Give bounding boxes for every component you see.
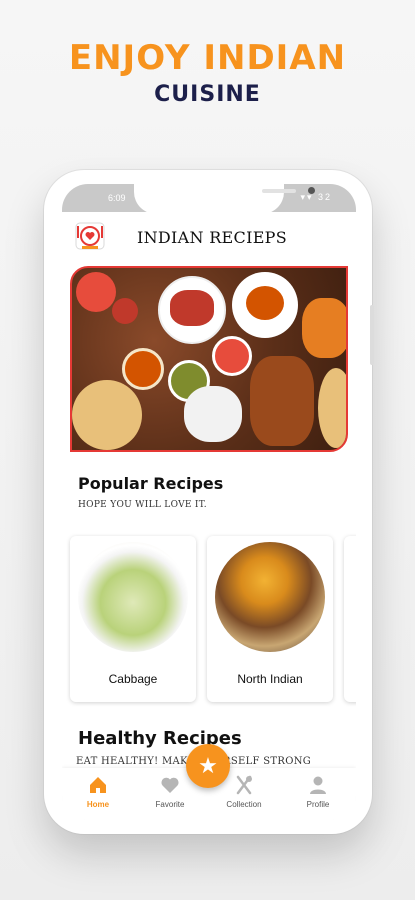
promo-headline: ENJOY INDIAN bbox=[68, 38, 347, 78]
nav-home[interactable]: Home bbox=[68, 774, 128, 809]
person-icon bbox=[310, 776, 326, 794]
home-icon bbox=[90, 777, 106, 793]
popular-title: Popular Recipes bbox=[78, 474, 224, 493]
recipe-card-north-indian[interactable]: North Indian bbox=[207, 536, 333, 702]
recipe-card-label: Cabbage bbox=[108, 672, 158, 686]
popular-carousel[interactable]: Cabbage North Indian bbox=[70, 536, 356, 704]
nav-collection-label: Collection bbox=[226, 800, 262, 809]
north-indian-image bbox=[215, 542, 325, 652]
camera-dot bbox=[308, 187, 315, 194]
hero-food-banner bbox=[70, 266, 348, 452]
speaker-grille bbox=[262, 189, 296, 193]
recipe-card-partial[interactable] bbox=[344, 536, 356, 702]
phone-side-button bbox=[370, 305, 374, 365]
promo-subheadline: CUISINE bbox=[154, 82, 261, 107]
star-icon: ★ bbox=[198, 753, 218, 778]
recipe-card-label: North Indian bbox=[237, 672, 303, 686]
nav-home-label: Home bbox=[86, 800, 110, 809]
app-title: INDIAN RECIEPS bbox=[137, 228, 288, 247]
status-icons: ▾▾ 32 bbox=[300, 192, 332, 202]
status-time: 6:09 bbox=[108, 193, 126, 203]
app-screen: 6:09 ▾▾ 32 INDIAN RECIEPS Popular Recipe… bbox=[62, 184, 356, 820]
nav-profile-label: Profile bbox=[306, 800, 330, 809]
fab-star-button[interactable]: ★ bbox=[186, 744, 230, 788]
recipe-card-cabbage[interactable]: Cabbage bbox=[70, 536, 196, 702]
fork-knife-icon bbox=[236, 775, 252, 795]
nav-favorite-label: Favorite bbox=[155, 800, 185, 809]
cabbage-image bbox=[78, 542, 188, 652]
heart-icon bbox=[161, 777, 179, 793]
app-bar: INDIAN RECIEPS bbox=[62, 214, 356, 264]
app-logo-icon[interactable] bbox=[72, 218, 108, 254]
phone-notch bbox=[134, 184, 315, 214]
nav-profile[interactable]: Profile bbox=[288, 774, 348, 809]
popular-subtitle: HOPE YOU WILL LOVE IT. bbox=[78, 500, 207, 510]
